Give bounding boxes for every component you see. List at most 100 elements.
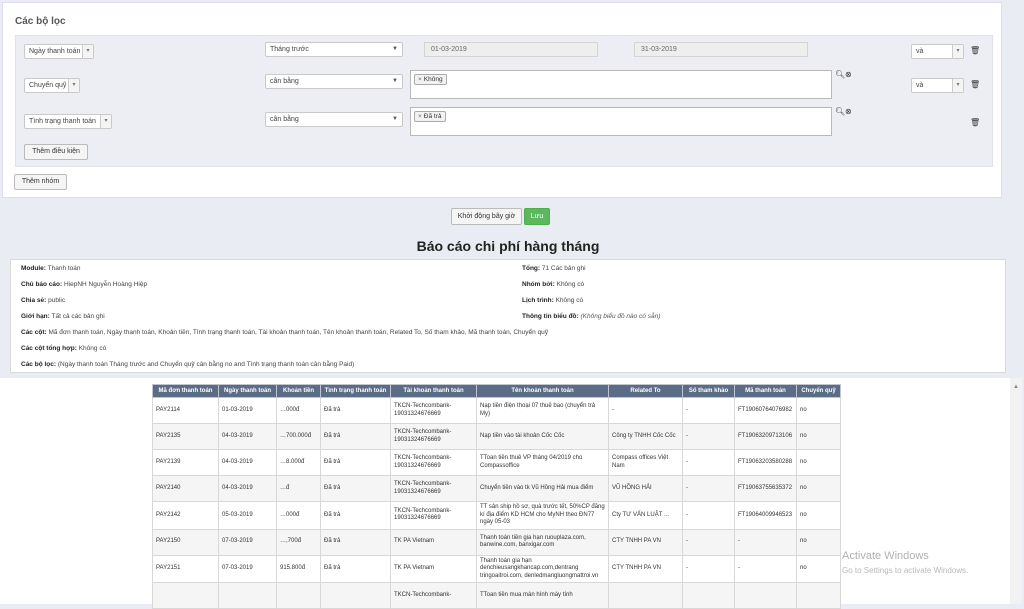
- table-cell: Đã trả: [320, 397, 391, 424]
- table-cell: PAY2142: [152, 501, 219, 530]
- add-condition-button[interactable]: Thêm điều kiện: [24, 144, 88, 160]
- column-header[interactable]: Mã đơn thanh toán: [152, 384, 219, 398]
- clear-circle-icon[interactable]: ⊗: [845, 70, 852, 79]
- filter-tag[interactable]: × Không: [414, 74, 447, 85]
- table-cell: Nạp tiền vào tài khoản Cốc Cốc: [476, 423, 609, 450]
- column-header[interactable]: Related To: [608, 384, 683, 398]
- chevron-down-icon: ▼: [392, 46, 398, 52]
- table-cell: no: [796, 449, 841, 476]
- column-header[interactable]: Chuyển quỹ: [796, 384, 841, 398]
- filter-operator-select-2[interactable]: cân bằng ▼: [265, 74, 403, 89]
- logic-select-1[interactable]: và ▾: [911, 44, 964, 59]
- table-row[interactable]: PAY2150 07-03-2019 …,700đ Đã trả TK PA Vietn…: [152, 528, 841, 556]
- table-cell: -: [682, 528, 735, 556]
- table-cell: TKCN-Techcombank-19031324676669: [390, 423, 477, 450]
- column-header[interactable]: Ngày thanh toán: [218, 384, 277, 398]
- table-cell: Cty TƯ VẤN LUẬT …: [608, 501, 683, 530]
- chevron-down-icon: ▼: [392, 116, 398, 122]
- table-cell: no: [796, 423, 841, 450]
- table-cell: [276, 582, 321, 609]
- trash-icon[interactable]: 🗑: [970, 118, 980, 127]
- date-from-input[interactable]: 01-03-2019: [424, 42, 598, 57]
- table-cell: PAY2135: [152, 423, 219, 450]
- remove-tag-icon[interactable]: ×: [418, 113, 422, 120]
- scrollbar[interactable]: ▲: [1010, 378, 1022, 604]
- table-cell: …700.000đ: [276, 423, 321, 450]
- chevron-down-icon: ▾: [952, 45, 963, 58]
- report-table: Mã đơn thanh toán Ngày thanh toán Khoản ti…: [152, 384, 841, 609]
- table-cell: 04-03-2019: [218, 423, 277, 450]
- info-group: Nhóm bởi: Không có: [522, 281, 585, 288]
- trash-icon[interactable]: 🗑: [970, 46, 980, 55]
- filters-title: Các bộ lọc: [15, 16, 66, 27]
- clear-circle-icon[interactable]: ⊗: [845, 107, 852, 116]
- table-cell: [796, 582, 841, 609]
- remove-tag-icon[interactable]: ×: [418, 76, 422, 83]
- column-header[interactable]: Tình trạng thanh toán: [320, 384, 391, 398]
- table-cell: Đã trả: [320, 423, 391, 450]
- tag-input-3[interactable]: × Đã trả: [410, 107, 832, 136]
- column-header[interactable]: Mã thanh toán: [734, 384, 797, 398]
- table-cell: TKCN-Techcombank-19031324676669: [390, 397, 477, 424]
- column-header[interactable]: Tên khoản thanh toán: [476, 384, 609, 398]
- table-cell: Đã trả: [320, 501, 391, 530]
- table-row[interactable]: PAY2151 07-03-2019 915.800đ Đã trả TK PA Vie…: [152, 554, 841, 583]
- table-cell: …000đ: [276, 397, 321, 424]
- info-chart: Thông tin biểu đồ: (Không biểu đồ nào có…: [522, 313, 661, 320]
- table-row[interactable]: PAY2114 01-03-2019 …000đ Đã trả TKCN-Techcom…: [152, 397, 841, 424]
- table-cell: TKCN-Techcombank-19031324676669: [390, 449, 477, 476]
- table-cell: no: [796, 554, 841, 583]
- search-icon[interactable]: 🔍︎: [835, 70, 845, 79]
- table-row[interactable]: PAY2140 04-03-2019 …đ Đã trả TKCN-Techcomban…: [152, 475, 841, 502]
- trash-icon[interactable]: 🗑: [970, 80, 980, 89]
- filter-field-select-3[interactable]: Tình trạng thanh toán ▾: [24, 114, 112, 129]
- table-cell: Đã trả: [320, 528, 391, 556]
- scroll-up-icon[interactable]: ▲: [1013, 384, 1019, 390]
- table-cell: Đã trả: [320, 475, 391, 502]
- table-cell: FT19063209713106: [734, 423, 797, 450]
- table-cell: -: [682, 423, 735, 450]
- table-cell: Thanh toán gia hạn denchieusangkhancap.c…: [476, 554, 609, 583]
- table-row[interactable]: PAY2139 04-03-2019 …8.000đ Đã trả TKCN-Techc…: [152, 449, 841, 476]
- filters-panel: Các bộ lọc Ngày thanh toán ▾ Tháng trước ▼…: [2, 2, 1002, 198]
- info-sum-columns: Các cột tổng hợp: Không có: [21, 345, 107, 352]
- chevron-down-icon: ▼: [392, 78, 398, 84]
- info-limit: Giới hạn: Tất cả các bản ghi: [21, 313, 105, 320]
- table-cell: CTY TNHH PA VN: [608, 528, 683, 556]
- filter-operator-select-3[interactable]: cân bằng ▼: [265, 112, 403, 127]
- table-cell: FT19060764076982: [734, 397, 797, 424]
- table-header-row: Mã đơn thanh toán Ngày thanh toán Khoản ti…: [152, 384, 841, 398]
- save-button[interactable]: Lưu: [524, 208, 550, 225]
- chevron-down-icon: ▾: [82, 45, 93, 58]
- date-to-input[interactable]: 31-03-2019: [634, 42, 808, 57]
- table-cell: 04-03-2019: [218, 449, 277, 476]
- table-row[interactable]: PAY2135 04-03-2019 …700.000đ Đã trả TKCN-Tec…: [152, 423, 841, 450]
- table-cell: -: [682, 554, 735, 583]
- table-row[interactable]: TKCN-Techcombank- TToan tiền mua màn hình…: [152, 582, 841, 609]
- table-cell: …đ: [276, 475, 321, 502]
- table-cell: -: [734, 554, 797, 583]
- filter-operator-select-1[interactable]: Tháng trước ▼: [265, 42, 403, 57]
- table-cell: 01-03-2019: [218, 397, 277, 424]
- table-row[interactable]: PAY2142 05-03-2019 …000đ Đã trả TKCN-Techcom…: [152, 501, 841, 530]
- info-owner: Chủ báo cáo: HiepNH Nguyễn Hoàng Hiệp: [21, 281, 148, 288]
- table-cell: 04-03-2019: [218, 475, 277, 502]
- table-cell: [682, 582, 735, 609]
- tag-input-2[interactable]: × Không: [410, 70, 832, 99]
- filter-tag[interactable]: × Đã trả: [414, 111, 446, 122]
- column-header[interactable]: Khoản tiền: [276, 384, 321, 398]
- filter-field-select-2[interactable]: Chuyển quỹ ▾: [24, 78, 80, 93]
- add-group-button[interactable]: Thêm nhóm: [14, 174, 67, 190]
- table-cell: FT19064009946523: [734, 501, 797, 530]
- search-icon[interactable]: 🔍︎: [835, 107, 845, 116]
- logic-select-2[interactable]: và ▾: [911, 78, 964, 93]
- column-header[interactable]: Tài khoản thanh toán: [390, 384, 477, 398]
- table-cell: TKCN-Techcombank-: [390, 582, 477, 609]
- table-cell: Đã trả: [320, 554, 391, 583]
- reset-button[interactable]: Khởi động bây giờ: [451, 208, 522, 225]
- table-cell: PAY2151: [152, 554, 219, 583]
- table-cell: …000đ: [276, 501, 321, 530]
- column-header[interactable]: Số tham khảo: [682, 384, 735, 398]
- table-cell: 07-03-2019: [218, 554, 277, 583]
- filter-field-select-1[interactable]: Ngày thanh toán ▾: [24, 44, 94, 59]
